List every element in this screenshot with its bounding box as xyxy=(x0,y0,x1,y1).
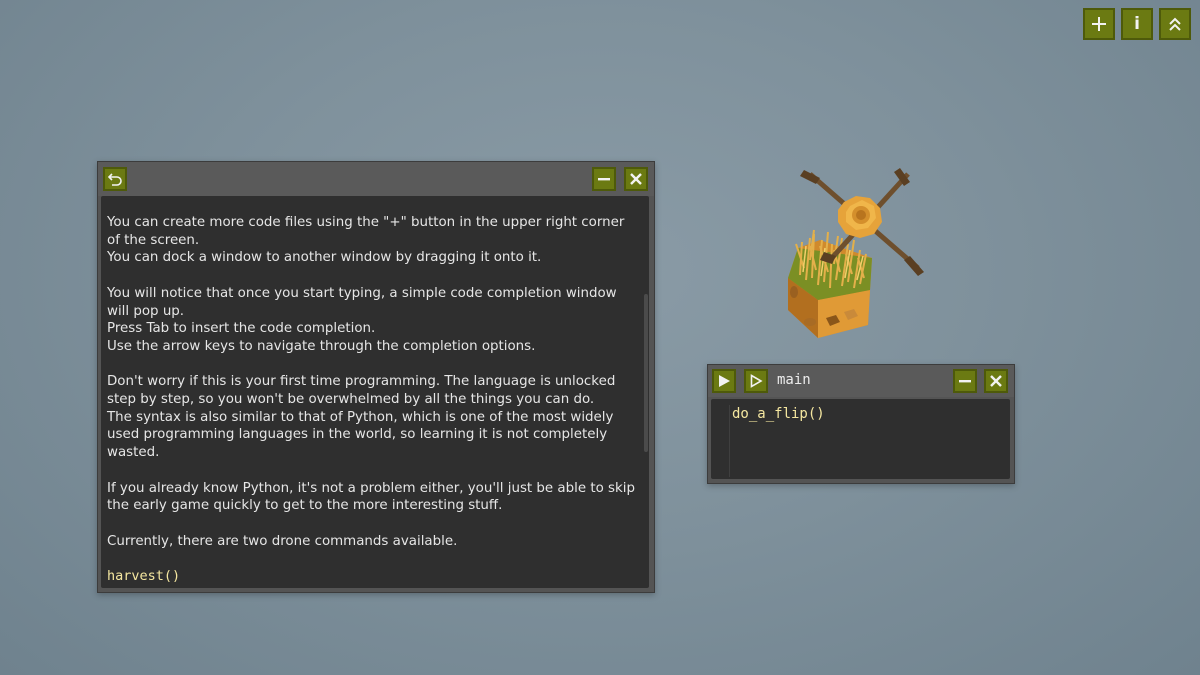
add-file-button[interactable] xyxy=(1083,8,1115,40)
docs-line: You can dock a window to another window … xyxy=(107,250,542,266)
docs-line: Currently, there are two drone commands … xyxy=(107,533,458,549)
run-button[interactable] xyxy=(712,369,736,393)
docs-line: Use the arrow keys to navigate through t… xyxy=(107,338,536,354)
back-button[interactable] xyxy=(103,167,127,191)
docs-line: You will notice that once you start typi… xyxy=(107,285,617,319)
close-button[interactable] xyxy=(984,369,1008,393)
docs-window-titlebar[interactable] xyxy=(98,162,654,196)
info-icon: i xyxy=(1134,14,1140,34)
plus-icon xyxy=(1092,17,1106,31)
docs-paragraph: If you already know Python, it's not a p… xyxy=(107,480,637,515)
docs-paragraph: Don't worry if this is your first time p… xyxy=(107,373,637,462)
close-icon xyxy=(990,375,1002,387)
docs-line: The syntax is also similar to that of Py… xyxy=(107,409,614,461)
code-window-title: main xyxy=(777,372,811,388)
minimize-button[interactable] xyxy=(592,167,616,191)
docs-line: Don't worry if this is your first time p… xyxy=(107,374,616,407)
code-window-titlebar[interactable]: main xyxy=(708,365,1014,397)
close-icon xyxy=(630,173,642,185)
code-editor[interactable]: do_a_flip() xyxy=(711,399,1010,479)
docs-content: You can create more code files using the… xyxy=(101,196,649,588)
collapse-button[interactable] xyxy=(1159,8,1191,40)
docs-paragraph: You will notice that once you start typi… xyxy=(107,285,637,356)
step-button[interactable] xyxy=(744,369,768,393)
minimize-icon xyxy=(959,380,971,383)
code-window-main: main do_a_flip() xyxy=(707,364,1015,484)
back-arrow-icon xyxy=(107,173,122,186)
docs-line: You can create more code files using the… xyxy=(107,215,625,248)
code-line[interactable]: do_a_flip() xyxy=(732,406,825,422)
docs-window: You can create more code files using the… xyxy=(97,161,655,593)
minimize-button[interactable] xyxy=(953,369,977,393)
info-button[interactable]: i xyxy=(1121,8,1153,40)
minimize-icon xyxy=(598,178,610,181)
docs-line: If you already know Python, it's not a p… xyxy=(107,480,636,514)
docs-paragraph: You can create more code files using the… xyxy=(107,214,637,267)
docs-scrollbar[interactable] xyxy=(644,294,648,452)
drone-farm-tile-image xyxy=(788,168,924,338)
play-icon xyxy=(719,375,730,387)
line-gutter xyxy=(729,405,730,477)
double-chevron-up-icon xyxy=(1169,17,1181,31)
play-outline-icon xyxy=(750,374,763,388)
code-snippet: harvest() xyxy=(107,567,181,584)
docs-line: Press Tab to insert the code completion. xyxy=(107,321,376,337)
docs-text: You can create more code files using the… xyxy=(107,214,637,588)
close-button[interactable] xyxy=(624,167,648,191)
docs-paragraph: harvest() xyxy=(107,568,637,586)
docs-paragraph: Currently, there are two drone commands … xyxy=(107,533,637,551)
